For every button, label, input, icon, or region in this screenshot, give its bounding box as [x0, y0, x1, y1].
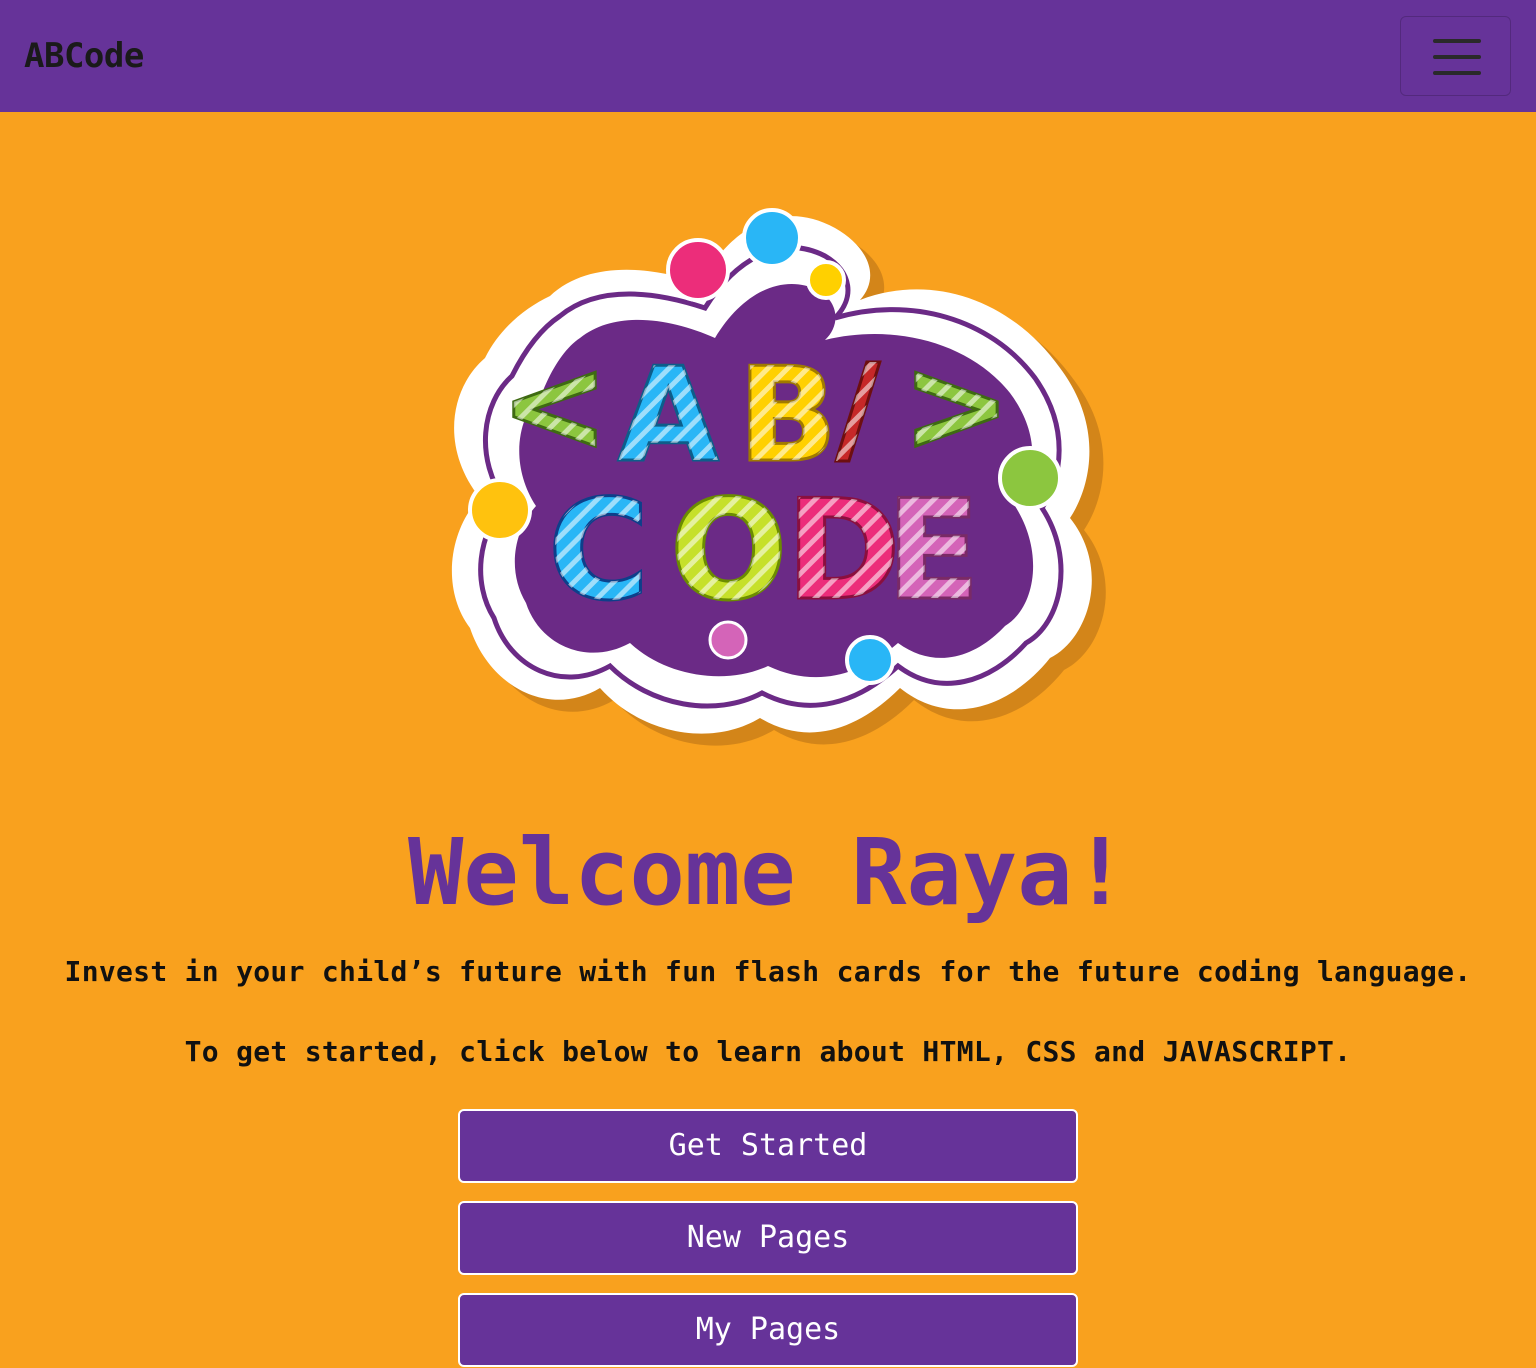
svg-text:C: C [548, 470, 649, 631]
svg-text:>: > [902, 329, 1011, 481]
get-started-instructions: To get started, click below to learn abo… [184, 1035, 1352, 1068]
svg-text:A: A [618, 339, 719, 491]
svg-text:D: D [786, 470, 901, 631]
intro-text: Invest in your child’s future with fun f… [64, 955, 1472, 988]
my-pages-button[interactable]: My Pages [458, 1293, 1078, 1367]
navbar: ABCode [0, 0, 1536, 112]
brand-logo-text[interactable]: ABCode [24, 34, 144, 78]
svg-text:/: / [836, 340, 880, 479]
get-started-button[interactable]: Get Started [458, 1109, 1078, 1183]
welcome-title: Welcome Raya! [407, 819, 1129, 926]
svg-text:<: < [500, 329, 609, 481]
svg-text:E: E [886, 470, 980, 631]
svg-text:B: B [738, 339, 837, 491]
menu-toggle-button[interactable] [1400, 16, 1511, 96]
new-pages-button[interactable]: New Pages [458, 1201, 1078, 1275]
abcode-logo: < < A A B B / / > > C C O O D D E E [430, 188, 1110, 748]
svg-text:O: O [670, 470, 787, 631]
